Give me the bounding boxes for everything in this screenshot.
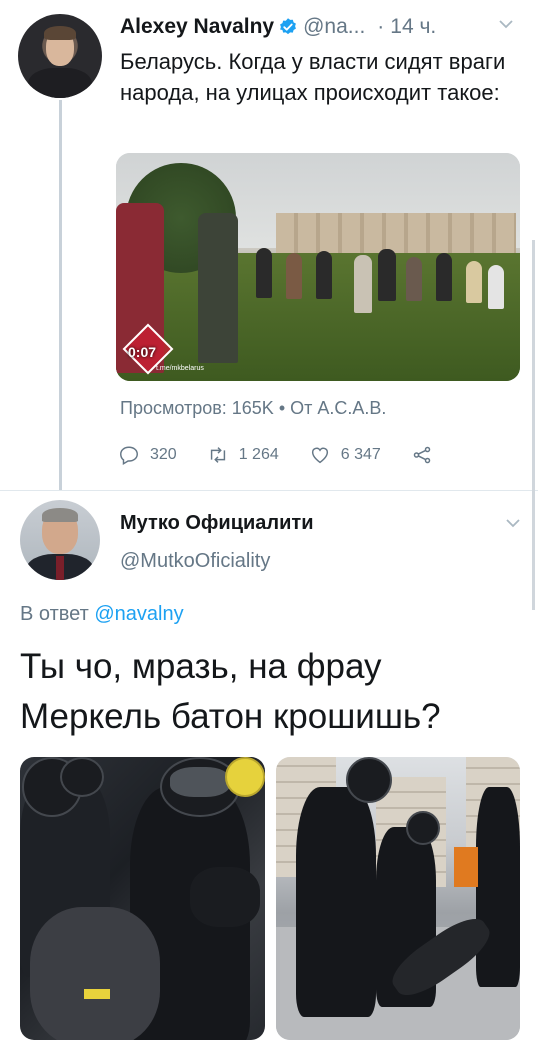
tweet1-header: Alexey Navalny @na... · 14 ч. <box>120 12 530 42</box>
scrollbar-track[interactable] <box>532 240 535 610</box>
tweet1-author-name[interactable]: Alexey Navalny <box>120 15 274 39</box>
verified-badge-icon <box>280 18 297 35</box>
chevron-down-icon[interactable] <box>498 18 514 30</box>
reply-icon <box>120 446 138 466</box>
tweet2-author-name[interactable]: Мутко Официалити <box>120 512 314 535</box>
tweet2-text: Ты чо, мразь, на фрау Меркель батон крош… <box>20 647 441 736</box>
tweet1-dot-separator: · <box>377 15 385 38</box>
navalny-avatar[interactable] <box>18 14 102 98</box>
tweet2-photo-left[interactable] <box>20 757 265 1040</box>
reply-button[interactable]: 320 <box>118 444 177 466</box>
retweet-icon <box>210 447 225 463</box>
tweet2-photo-right[interactable] <box>276 757 520 1040</box>
like-count: 6 347 <box>340 446 381 463</box>
share-button[interactable] <box>411 444 433 466</box>
reply-prefix: В ответ <box>20 603 89 625</box>
tweet2-handle[interactable]: @MutkoOficiality <box>120 550 270 573</box>
reply-mention-link[interactable]: @navalny <box>94 603 183 625</box>
tweet1-timestamp[interactable]: 14 ч. <box>390 15 436 39</box>
tweet1-text: Беларусь. Когда у власти сидят враги нар… <box>120 49 506 105</box>
retweet-button[interactable]: 1 264 <box>207 444 279 466</box>
tweet1-video[interactable]: 0:07 t.me/mkbelarus <box>116 153 520 381</box>
video-watermark: t.me/mkbelarus <box>156 365 204 372</box>
heart-icon <box>311 447 328 464</box>
tweet-divider <box>0 490 538 491</box>
video-duration: 0:07 <box>128 344 157 360</box>
like-button[interactable]: 6 347 <box>309 444 381 466</box>
retweet-count: 1 264 <box>238 446 279 463</box>
background-apartments <box>276 213 516 253</box>
timeline-screen: Alexey Navalny @na... · 14 ч. Беларусь. … <box>0 0 538 1061</box>
mutko-avatar[interactable] <box>20 500 100 580</box>
share-icon <box>413 446 431 464</box>
reply-count: 320 <box>150 446 177 463</box>
chevron-down-icon[interactable] <box>505 517 521 529</box>
tweet1-handle[interactable]: @na... <box>303 15 365 39</box>
tweet1-view-count: Просмотров: 165K • От А.С.А.В. <box>120 398 387 418</box>
thread-connector-line <box>59 100 62 490</box>
tweet1-action-bar: 320 1 264 6 347 <box>118 440 478 470</box>
reply-context: В ответ @navalny <box>20 603 184 626</box>
